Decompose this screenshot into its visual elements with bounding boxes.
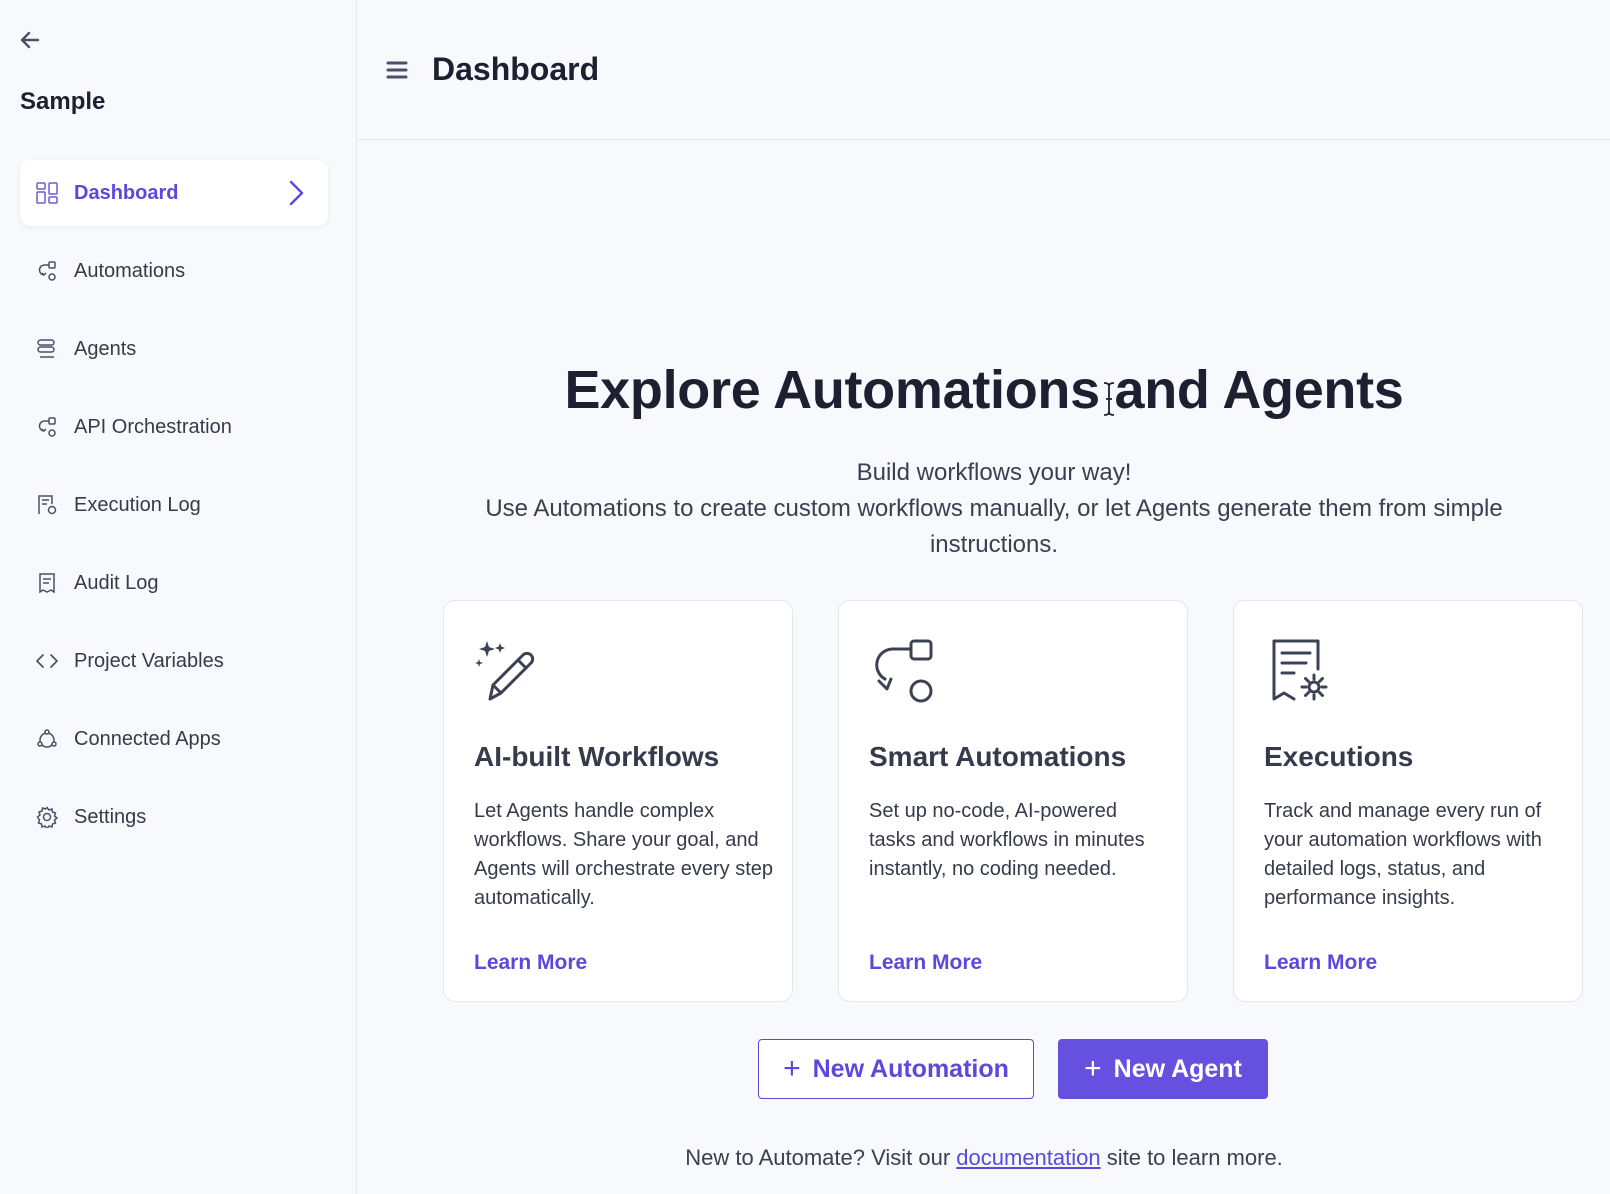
new-agent-label: New Agent [1113, 1054, 1242, 1083]
sidebar-item-automations[interactable]: Automations [20, 238, 328, 304]
card-smart-automations: Smart Automations Set up no-code, AI-pow… [838, 600, 1188, 1002]
magic-pencil-icon [472, 637, 542, 707]
card-ai-built-workflows: AI-built Workflows Let Agents handle com… [443, 600, 793, 1002]
top-header: Dashboard [358, 0, 1610, 140]
automation-icon [36, 260, 58, 282]
sidebar-item-label: Audit Log [74, 571, 159, 594]
hamburger-icon [386, 61, 408, 78]
card-description: Set up no-code, AI-powered tasks and wor… [869, 800, 1145, 880]
page-title: Dashboard [432, 51, 600, 87]
sidebar-item-execution-log[interactable]: Execution Log [20, 472, 328, 538]
hero-subtitle-line1: Build workflows your way! [856, 459, 1132, 486]
project-name: Sample [20, 88, 106, 115]
back-button[interactable] [18, 28, 42, 52]
gear-icon [36, 806, 58, 828]
footer-prefix: New to Automate? Visit our [685, 1145, 957, 1170]
chevron-right-icon [284, 180, 308, 211]
receipt-gear-icon [1262, 637, 1332, 707]
sidebar-item-project-variables[interactable]: Project Variables [20, 628, 328, 694]
documentation-link[interactable]: documentation [956, 1145, 1100, 1170]
card-description: Let Agents handle complex workflows. Sha… [474, 800, 774, 909]
learn-more-link[interactable]: Learn More [869, 951, 982, 975]
sidebar-item-settings[interactable]: Settings [20, 784, 328, 850]
sidebar-nav: Dashboard Automations Agents API Orchest… [20, 160, 328, 862]
main-content: Explore Automations and Agents Build wor… [358, 141, 1610, 1194]
hero-title: Explore Automations and Agents [564, 360, 1404, 420]
new-agent-button[interactable]: + New Agent [1058, 1039, 1268, 1099]
card-title: Smart Automations [869, 741, 1127, 772]
sidebar-item-label: Project Variables [74, 649, 224, 672]
sidebar-item-api-orchestration[interactable]: API Orchestration [20, 394, 328, 460]
hero-subtitle-line2: Use Automations to create custom workflo… [485, 495, 1503, 558]
plus-icon: + [783, 1052, 801, 1085]
agents-icon [36, 338, 58, 360]
footer-note: New to Automate? Visit our documentation… [358, 1145, 1610, 1171]
sidebar-item-audit-log[interactable]: Audit Log [20, 550, 328, 616]
text-cursor-icon [1102, 381, 1116, 422]
sidebar-item-label: Dashboard [74, 181, 179, 204]
card-title: Executions [1264, 741, 1414, 772]
arrow-left-icon [20, 31, 40, 49]
code-icon [36, 650, 58, 672]
dashboard-icon [36, 182, 58, 204]
sidebar-item-label: Connected Apps [74, 727, 221, 750]
sidebar-item-connected-apps[interactable]: Connected Apps [20, 706, 328, 772]
learn-more-link[interactable]: Learn More [474, 951, 587, 975]
sidebar: Sample Dashboard Automations Agents API … [0, 0, 357, 1194]
footer-suffix: site to learn more. [1100, 1145, 1283, 1170]
connected-apps-icon [36, 728, 58, 750]
feature-cards: AI-built Workflows Let Agents handle com… [443, 600, 1583, 1002]
api-orchestration-icon [36, 416, 58, 438]
card-executions: Executions Track and manage every run of… [1233, 600, 1583, 1002]
sidebar-item-label: Execution Log [74, 493, 201, 516]
learn-more-link[interactable]: Learn More [1264, 951, 1377, 975]
sidebar-item-label: Settings [74, 805, 147, 828]
workflow-icon [867, 637, 937, 707]
hero-subtitle: Build workflows your way! Use Automation… [448, 455, 1540, 563]
card-description: Track and manage every run of your autom… [1264, 800, 1542, 909]
new-automation-label: New Automation [812, 1054, 1009, 1083]
menu-button[interactable] [384, 57, 410, 83]
sidebar-item-label: Automations [74, 259, 186, 282]
card-title: AI-built Workflows [474, 741, 720, 772]
sidebar-item-agents[interactable]: Agents [20, 316, 328, 382]
sidebar-item-label: API Orchestration [74, 415, 232, 438]
new-automation-button[interactable]: + New Automation [758, 1039, 1034, 1099]
sidebar-item-dashboard[interactable]: Dashboard [20, 160, 328, 226]
audit-log-icon [36, 572, 58, 594]
sidebar-item-label: Agents [74, 337, 137, 360]
plus-icon: + [1084, 1052, 1102, 1085]
execution-log-icon [36, 494, 58, 516]
